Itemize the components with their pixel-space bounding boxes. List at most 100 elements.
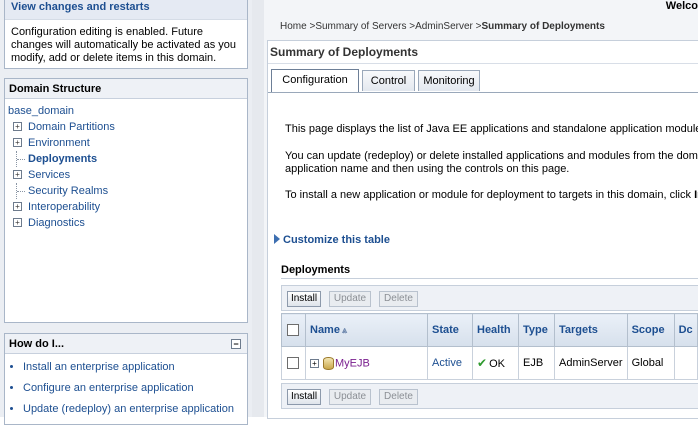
table-row: + MyEJB Active ✔ OK EJB AdminServer Global xyxy=(281,346,698,380)
select-all-header xyxy=(281,313,306,347)
main-area: Welco Home >Summary of Servers >AdminSer… xyxy=(264,0,698,419)
how-do-i-panel: How do I... − Install an enterprise appl… xyxy=(4,333,248,425)
change-center-panel: View changes and restarts Configuration … xyxy=(4,0,248,69)
column-name[interactable]: Name ⩓ xyxy=(305,313,428,347)
type-cell: EJB xyxy=(518,346,555,380)
breadcrumb-separator: > xyxy=(406,21,416,32)
deployment-name-link[interactable]: MyEJB xyxy=(335,357,370,369)
tree-item-label[interactable]: Security Realms xyxy=(28,185,108,197)
tree-item-services[interactable]: + Services xyxy=(8,167,247,183)
tree-item-interoperability[interactable]: + Interoperability xyxy=(8,199,247,215)
description-text: application name and then using the cont… xyxy=(285,163,570,175)
check-icon: ✔ xyxy=(477,356,488,370)
view-changes-link[interactable]: View changes and restarts xyxy=(5,0,247,20)
install-button[interactable]: Install xyxy=(287,291,321,307)
expand-triangle-icon xyxy=(274,234,280,244)
table-toolbar-top: Install Update Delete xyxy=(281,285,698,311)
tab-configuration[interactable]: Configuration xyxy=(271,69,359,92)
row-checkbox[interactable] xyxy=(287,357,299,370)
tree-item-label[interactable]: Deployments xyxy=(28,153,97,165)
install-application-link[interactable]: Install an enterprise application xyxy=(23,361,175,373)
expand-icon[interactable]: + xyxy=(13,170,22,179)
name-cell: + MyEJB xyxy=(305,346,428,380)
select-all-checkbox[interactable] xyxy=(287,324,299,337)
page-title: Summary of Deployments xyxy=(270,45,419,59)
row-select-cell xyxy=(281,346,306,380)
delete-button[interactable]: Delete xyxy=(379,389,418,405)
update-button[interactable]: Update xyxy=(329,291,371,307)
description-text: You can update (redeploy) or delete inst… xyxy=(285,150,698,162)
description-text: This page displays the list of Java EE a… xyxy=(285,123,698,135)
targets-cell: AdminServer xyxy=(554,346,628,380)
tree-item-deployments[interactable]: Deployments xyxy=(8,151,247,167)
tree-item-domain-partitions[interactable]: + Domain Partitions xyxy=(8,119,247,135)
expand-icon[interactable]: + xyxy=(310,358,319,368)
configure-application-link[interactable]: Configure an enterprise application xyxy=(23,382,194,394)
column-state[interactable]: State xyxy=(427,313,473,347)
domain-structure-panel: Domain Structure base_domain + Domain Pa… xyxy=(4,78,248,323)
tree-item-label[interactable]: Services xyxy=(28,169,70,181)
tree-item-environment[interactable]: + Environment xyxy=(8,135,247,151)
content-panel: Summary of Deployments Configuration Con… xyxy=(267,40,698,419)
column-scope[interactable]: Scope xyxy=(626,313,675,347)
title-divider xyxy=(268,63,698,64)
install-instruction: To install a new application or module f… xyxy=(285,189,698,202)
domain-tree: base_domain + Domain Partitions + Enviro… xyxy=(5,99,247,231)
tree-item-label[interactable]: Interoperability xyxy=(28,201,100,213)
install-button[interactable]: Install xyxy=(287,389,321,405)
tree-item-label[interactable]: Environment xyxy=(28,137,90,149)
expand-icon[interactable]: + xyxy=(13,202,22,211)
left-sidebar: View changes and restarts Configuration … xyxy=(0,0,252,425)
tree-item-label[interactable]: Domain Partitions xyxy=(28,121,115,133)
tree-root-base-domain[interactable]: base_domain xyxy=(8,105,74,117)
how-do-i-list: Install an enterprise application Config… xyxy=(5,354,247,423)
column-health[interactable]: Health xyxy=(472,313,519,347)
how-do-i-item: Configure an enterprise application xyxy=(23,381,247,402)
deployments-divider xyxy=(281,278,698,279)
install-instruction-text: To install a new application or module f… xyxy=(285,189,691,201)
tree-item-diagnostics[interactable]: + Diagnostics xyxy=(8,215,247,231)
customize-table-link[interactable]: Customize this table xyxy=(274,234,390,246)
state-value: Active xyxy=(432,357,462,369)
expand-icon[interactable]: + xyxy=(13,218,22,227)
update-button[interactable]: Update xyxy=(329,389,371,405)
panel-divider xyxy=(252,0,264,417)
how-do-i-title: How do I... − xyxy=(5,334,247,354)
collapse-icon[interactable]: − xyxy=(231,339,241,349)
domain-structure-title: Domain Structure xyxy=(5,79,247,99)
column-targets[interactable]: Targets xyxy=(554,313,628,347)
table-header-row: Name ⩓ State Health Type Targets Scope Dc xyxy=(281,313,698,347)
tree-item-label[interactable]: Diagnostics xyxy=(28,217,85,229)
change-center-message: Configuration editing is enabled. Future… xyxy=(11,26,237,64)
sort-ascending-icon[interactable]: ⩓ xyxy=(342,325,347,336)
tab-monitoring[interactable]: Monitoring xyxy=(418,70,480,91)
column-type[interactable]: Type xyxy=(518,313,555,347)
deployments-title: Deployments xyxy=(281,264,351,276)
tree-item-security-realms[interactable]: Security Realms xyxy=(8,183,247,199)
health-value: OK xyxy=(489,358,505,370)
partitions-cell xyxy=(673,346,698,380)
deployments-table: Name ⩓ State Health Type Targets Scope Dc… xyxy=(281,313,698,380)
column-name-label[interactable]: Name xyxy=(310,324,340,336)
welcome-text: Welco xyxy=(665,0,698,12)
delete-button[interactable]: Delete xyxy=(379,291,418,307)
update-application-link[interactable]: Update (redeploy) an enterprise applicat… xyxy=(23,403,234,415)
expand-icon[interactable]: + xyxy=(13,122,22,131)
column-domain-partitions[interactable]: Dc xyxy=(673,313,698,347)
table-toolbar-bottom: Install Update Delete xyxy=(281,383,698,409)
how-do-i-item: Update (redeploy) an enterprise applicat… xyxy=(23,402,247,423)
breadcrumb-home[interactable]: Home xyxy=(280,21,307,32)
install-instruction-bold: In xyxy=(694,189,698,201)
welcome-bar: Welco xyxy=(264,0,698,14)
scope-cell: Global xyxy=(626,346,675,380)
breadcrumb-servers[interactable]: Summary of Servers xyxy=(315,21,406,32)
breadcrumb-current: Summary of Deployments xyxy=(481,21,605,32)
state-cell: Active xyxy=(427,346,473,380)
breadcrumb-adminserver[interactable]: AdminServer xyxy=(415,21,473,32)
tab-control[interactable]: Control xyxy=(362,70,415,91)
health-cell: ✔ OK xyxy=(472,346,519,380)
customize-table-label[interactable]: Customize this table xyxy=(283,234,390,246)
ejb-module-icon xyxy=(323,356,334,370)
breadcrumb-separator: > xyxy=(472,21,482,32)
expand-icon[interactable]: + xyxy=(13,138,22,147)
